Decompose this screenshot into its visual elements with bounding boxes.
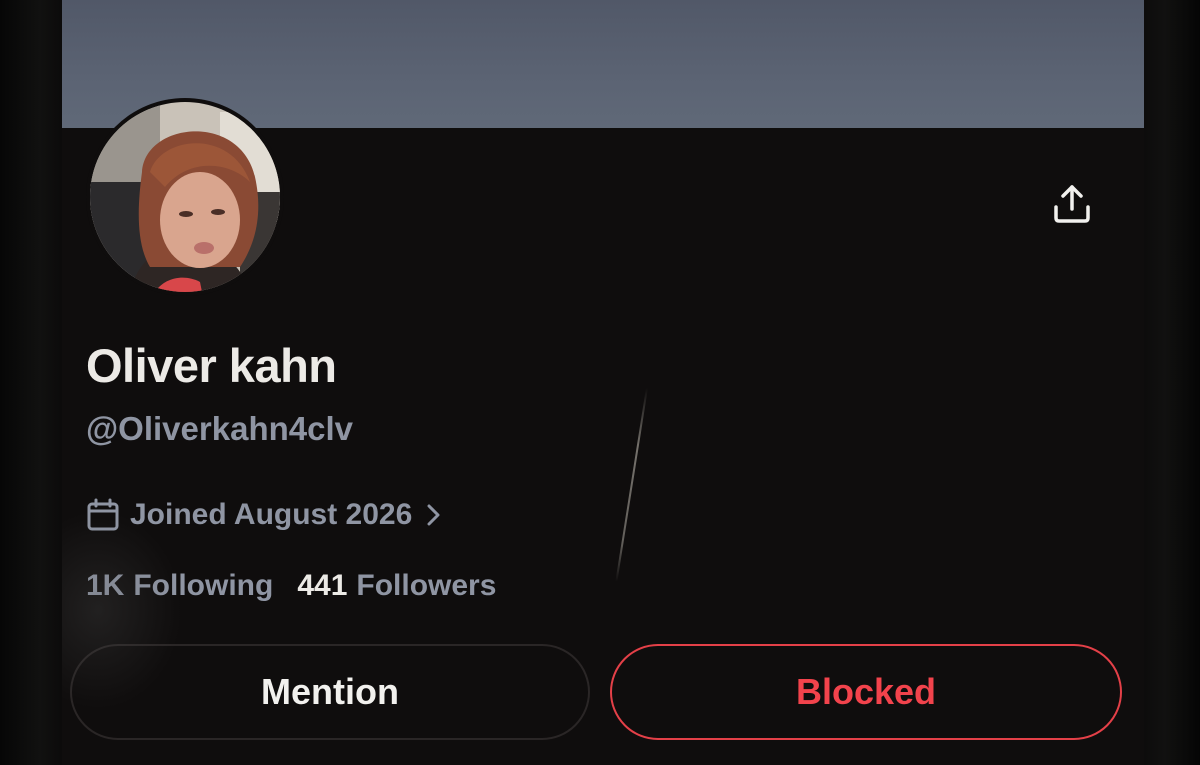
chevron-right-icon — [424, 502, 444, 528]
followers-count: 441 — [297, 569, 348, 602]
profile-name: Oliver kahn — [86, 339, 337, 392]
avatar[interactable] — [86, 98, 284, 296]
share-button[interactable] — [1044, 178, 1100, 234]
profile-screen: Oliver kahn @Oliverkahn4clv Joined Augus… — [62, 0, 1144, 765]
blocked-button[interactable]: Blocked — [610, 644, 1122, 740]
avatar-photo — [90, 102, 280, 292]
profile-handle: @Oliverkahn4clv — [86, 410, 353, 447]
followers-label: Followers — [356, 569, 497, 602]
followers-stat[interactable]: 441 Followers — [297, 569, 496, 603]
phone-frame: Oliver kahn @Oliverkahn4clv Joined Augus… — [0, 0, 1200, 765]
screen-scratch — [615, 387, 648, 582]
share-icon — [1051, 183, 1093, 229]
screen-smudge — [62, 510, 182, 710]
